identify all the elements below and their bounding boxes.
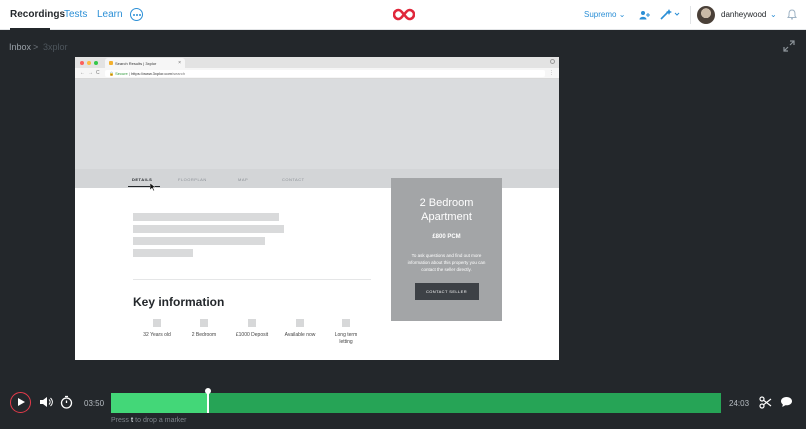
browser-tab: Search Results | 3xplor × <box>105 58 185 68</box>
feature-icon <box>248 319 256 327</box>
marker-hint: Press t to drop a marker <box>111 417 187 424</box>
browser-tabbar: Search Results | 3xplor × <box>75 57 559 68</box>
feature-item: £1000 Deposit <box>225 319 279 339</box>
workspace-name: Supremo <box>584 10 617 19</box>
add-user-icon[interactable] <box>639 10 651 20</box>
page-tab-map: MAP <box>238 177 249 182</box>
section-divider <box>133 279 371 280</box>
address-bar: 🔒 Secure | https://www.3xplor.com/search <box>105 70 545 77</box>
playback-speed-icon[interactable] <box>60 395 73 409</box>
feature-label: 2 Bedroom <box>191 332 217 338</box>
feature-label: £1000 Deposit <box>235 332 269 338</box>
nav-tests[interactable]: Tests <box>64 9 87 20</box>
recording-video[interactable]: Search Results | 3xplor × ←→C 🔒 Secure |… <box>75 57 559 360</box>
feature-label: Long term letting <box>334 332 358 345</box>
feature-item: 2 Bedroom <box>177 319 231 339</box>
hint-prefix: Press <box>111 417 129 424</box>
browser-nav-icons: ←→C <box>80 70 103 76</box>
nav-learn[interactable]: Learn <box>97 9 123 20</box>
url-host: https://www.3xplor.com <box>131 71 172 76</box>
browser-tab-title: Search Results | 3xplor <box>115 61 157 66</box>
nav-recordings[interactable]: Recordings <box>10 9 65 20</box>
feature-icon <box>296 319 304 327</box>
url-path: /search <box>171 71 186 76</box>
feature-label: 32 Years old <box>143 332 171 338</box>
favicon-icon <box>109 61 113 65</box>
window-close-dot <box>80 61 84 65</box>
page-tab-floorplan: FLOORPLAN <box>178 177 207 182</box>
nav-divider <box>690 6 691 24</box>
browser-toolbar: ←→C 🔒 Secure | https://www.3xplor.com/se… <box>75 68 559 79</box>
browser-menu-icon: ⋮ <box>549 70 554 76</box>
key-information-heading: Key information <box>133 295 225 309</box>
timeline-track[interactable] <box>111 393 721 413</box>
breadcrumb-current: 3xplor <box>43 42 68 52</box>
contact-seller-button: CONTACT SELLER <box>414 283 479 300</box>
current-time: 03:50 <box>84 399 105 408</box>
magic-wand-icon[interactable] <box>660 9 682 20</box>
fullscreen-icon[interactable] <box>783 40 795 52</box>
hint-suffix: to drop a marker <box>135 417 187 424</box>
feature-item: 32 Years old <box>130 319 184 339</box>
timeline-played <box>111 393 208 413</box>
hint-key: t <box>130 417 134 424</box>
nav-active-underline <box>10 28 50 30</box>
tab-close-icon: × <box>178 60 181 66</box>
workspace-selector[interactable]: Supremo ⌄ <box>584 10 625 19</box>
card-title: 2 Bedroom Apartment <box>419 197 474 223</box>
skeleton-line <box>133 249 193 257</box>
avatar[interactable] <box>697 6 715 24</box>
breadcrumb-inbox[interactable]: Inbox <box>9 42 31 52</box>
feature-item: Available now <box>273 319 327 339</box>
feature-label: Available now <box>284 332 316 338</box>
scissors-icon[interactable] <box>759 396 772 409</box>
bell-icon[interactable] <box>787 9 797 20</box>
feature-item: Long term letting <box>320 319 372 346</box>
feature-icon <box>153 319 161 327</box>
profile-icon <box>550 59 555 64</box>
window-minimize-dot <box>87 61 91 65</box>
card-description: To ask questions and find out more infor… <box>407 253 486 272</box>
page-tab-details: DETAILS <box>132 177 153 182</box>
user-menu-chevron-icon[interactable]: ⌄ <box>770 10 777 19</box>
brand-logo-icon[interactable] <box>393 8 415 21</box>
more-options-icon[interactable] <box>130 8 143 21</box>
play-button[interactable] <box>10 392 31 413</box>
feature-icon <box>342 319 350 327</box>
skeleton-line <box>133 213 279 221</box>
skeleton-line <box>133 237 265 245</box>
feature-icon <box>200 319 208 327</box>
skeleton-line <box>133 225 284 233</box>
comment-icon[interactable] <box>780 396 793 408</box>
window-maximize-dot <box>94 61 98 65</box>
url-secure-label: Secure <box>115 71 128 76</box>
playhead-handle[interactable] <box>205 388 211 394</box>
contact-card: 2 Bedroom Apartment £800 PCM To ask ques… <box>391 178 502 321</box>
page-tab-contact: CONTACT <box>282 177 305 182</box>
total-time: 24:03 <box>729 399 750 408</box>
chevron-down-icon: ⌄ <box>618 10 626 19</box>
volume-icon[interactable] <box>39 396 53 408</box>
username[interactable]: danheywood <box>721 10 766 19</box>
property-hero-image <box>75 79 559 169</box>
card-price: £800 PCM <box>432 234 461 240</box>
mouse-cursor-icon <box>150 183 156 191</box>
top-navigation: Recordings Tests Learn Supremo ⌄ danheyw… <box>0 0 806 30</box>
breadcrumb-separator: > <box>33 42 39 52</box>
